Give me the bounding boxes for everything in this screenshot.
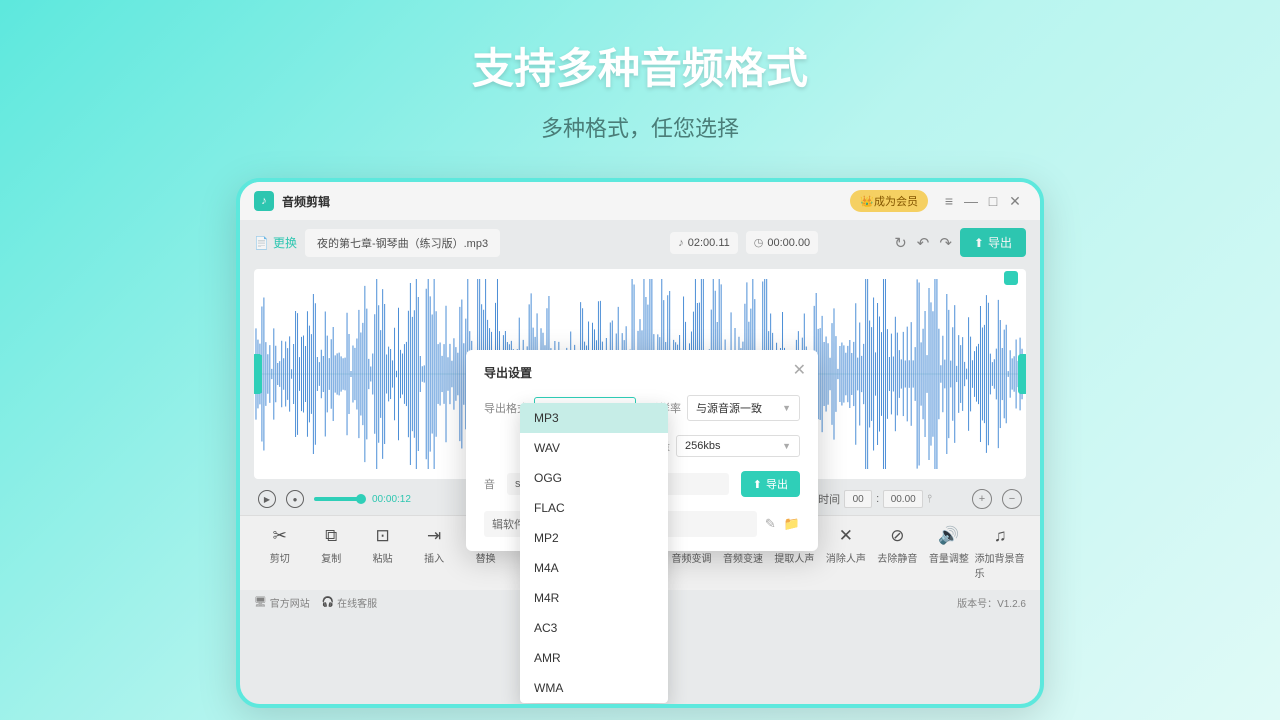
left-handle[interactable] xyxy=(254,354,262,394)
modal-title: 导出设置 xyxy=(484,364,800,381)
hero-subtitle: 多种格式，任您选择 xyxy=(0,111,1280,143)
dropdown-item-amr[interactable]: AMR xyxy=(520,643,668,673)
dropdown-item-mp2[interactable]: MP2 xyxy=(520,523,668,553)
quality-select[interactable]: 256kbs ▼ xyxy=(676,435,800,457)
dropdown-item-ogg[interactable]: OGG xyxy=(520,463,668,493)
folder-icon[interactable]: 📁 xyxy=(784,516,800,532)
dropdown-item-ac3[interactable]: AC3 xyxy=(520,613,668,643)
dropdown-item-m4a[interactable]: M4A xyxy=(520,553,668,583)
name-label: 音 xyxy=(484,476,495,492)
modal-export-label: 导出 xyxy=(766,476,788,492)
caret-down-icon: ▼ xyxy=(782,441,791,451)
format-dropdown: MP3WAVOGGFLACMP2M4AM4RAC3AMRWMA xyxy=(520,403,668,703)
dropdown-item-wma[interactable]: WMA xyxy=(520,673,668,703)
sample-value: 与源音源一致 xyxy=(696,400,762,416)
edit-icon[interactable]: ✎ xyxy=(765,516,776,532)
dropdown-item-flac[interactable]: FLAC xyxy=(520,493,668,523)
caret-down-icon: ▼ xyxy=(782,403,791,413)
modal-export-button[interactable]: ⬆ 导出 xyxy=(741,471,800,497)
progress-slider[interactable] xyxy=(314,497,362,501)
progress-thumb[interactable] xyxy=(356,494,366,504)
hero-title: 支持多种音频格式 xyxy=(0,0,1280,96)
quality-value: 256kbs xyxy=(685,440,720,452)
modal-close-button[interactable]: ✕ xyxy=(793,360,806,380)
sample-select[interactable]: 与源音源一致 ▼ xyxy=(687,395,800,421)
app-window: ♪ 音频剪辑 👑 成为会员 ≡ — □ ✕ 📄 更换 夜的第七章-钢琴曲（练习版… xyxy=(236,178,1044,708)
right-handle[interactable] xyxy=(1018,354,1026,394)
dropdown-item-wav[interactable]: WAV xyxy=(520,433,668,463)
dropdown-item-mp3[interactable]: MP3 xyxy=(520,403,668,433)
dropdown-item-m4r[interactable]: M4R xyxy=(520,583,668,613)
cursor-marker[interactable] xyxy=(1004,271,1018,285)
